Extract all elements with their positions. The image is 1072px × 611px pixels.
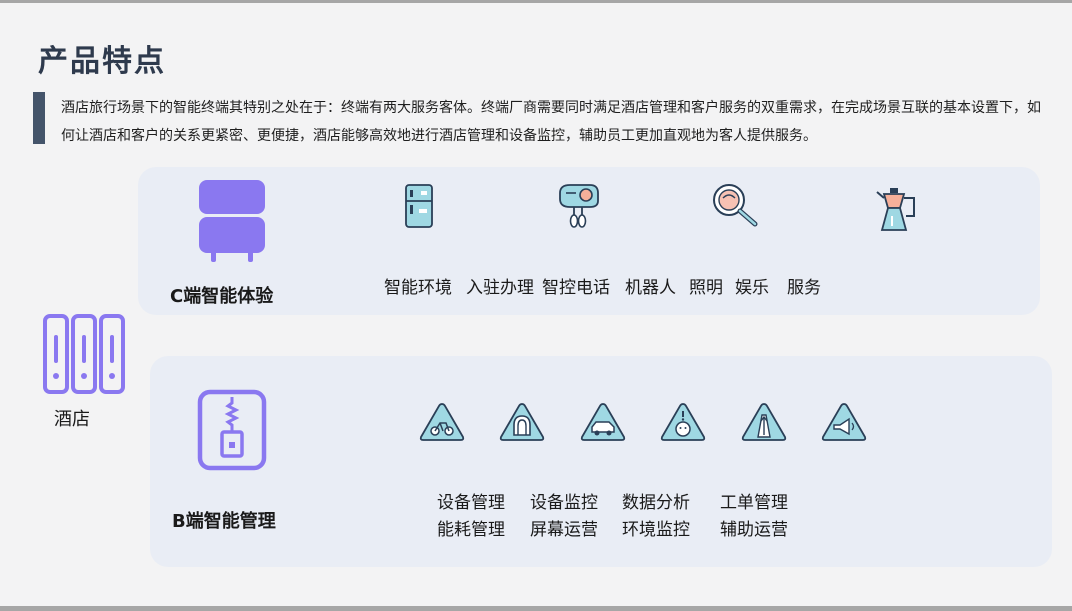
mobile-device-icon: [197, 389, 267, 471]
feature-check-in: 入驻办理: [466, 278, 534, 298]
feature-service: 服务: [787, 278, 821, 298]
refrigerator-icon: [405, 184, 433, 228]
mgmt-data-analysis: 数据分析: [622, 493, 690, 513]
mgmt-work-order: 工单管理: [720, 493, 788, 513]
feature-lighting: 照明: [689, 278, 723, 298]
feature-entertainment: 娱乐: [735, 278, 769, 298]
mgmt-device-monitoring: 设备监控: [530, 493, 598, 513]
bicycle-sign-icon: [419, 403, 465, 441]
megaphone-sign-icon: [821, 403, 867, 441]
mgmt-assisted-operation: 辅助运营: [720, 520, 788, 540]
bottom-rule: [0, 606, 1072, 611]
mgmt-environment-monitoring: 环境监控: [622, 520, 690, 540]
mgmt-screen-operation: 屏幕运营: [530, 520, 598, 540]
mgmt-device-management: 设备管理: [437, 493, 505, 513]
hotel-label: 酒店: [54, 409, 90, 430]
fridge-icon: [199, 180, 265, 262]
c-panel-label: C端智能体验: [170, 286, 274, 307]
feature-robot: 机器人: [625, 278, 676, 298]
mgmt-energy: 能耗管理: [437, 520, 505, 540]
hand-mixer-icon: [559, 184, 599, 228]
page-title: 产品特点: [38, 44, 166, 79]
coffee-pot-icon: [876, 188, 915, 231]
car-sign-icon: [580, 403, 626, 441]
server-rack-icon: [43, 314, 125, 394]
feature-smart-environment: 智能环境: [384, 278, 452, 298]
feature-smart-phone: 智控电话: [542, 278, 610, 298]
top-rule: [0, 0, 1072, 3]
intro-accent-bar: [33, 92, 45, 144]
child-sign-icon: [660, 403, 706, 441]
magnifier-icon: [713, 184, 758, 227]
intro-paragraph: 酒店旅行场景下的智能终端其特别之处在于：终端有两大服务客体。终端厂商需要同时满足…: [61, 100, 1041, 144]
b-panel-label: B端智能管理: [172, 511, 276, 532]
b-panel: [150, 356, 1052, 567]
tunnel-sign-icon: [499, 403, 545, 441]
road-sign-icon: [741, 403, 787, 441]
